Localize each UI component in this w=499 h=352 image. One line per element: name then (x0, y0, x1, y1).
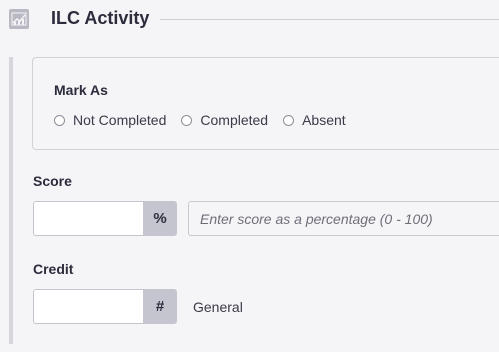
radio-not-completed[interactable]: Not Completed (54, 111, 166, 129)
section-header: ILC Activity (0, 0, 499, 40)
radio-completed[interactable]: Completed (181, 111, 268, 129)
radio-label[interactable]: Completed (200, 111, 268, 129)
score-hint: Enter score as a percentage (0 - 100) (200, 210, 433, 227)
credit-input-group: # (33, 289, 177, 324)
header-divider (160, 19, 499, 20)
percent-addon: % (143, 201, 177, 236)
score-label: Score (33, 173, 72, 189)
credit-label: Credit (33, 261, 74, 277)
score-hint-box: Enter score as a percentage (0 - 100) (188, 201, 499, 236)
credit-input[interactable] (33, 289, 143, 324)
radio-circle-icon[interactable] (181, 114, 193, 126)
radio-label[interactable]: Absent (302, 111, 346, 129)
score-input[interactable] (33, 201, 143, 236)
score-input-group: % (33, 201, 177, 236)
mark-as-panel: Mark As Not Completed Completed Absent (32, 57, 499, 150)
mark-as-radio-group: Not Completed Completed Absent (54, 110, 361, 130)
credit-type: General (193, 299, 243, 315)
section-accent-bar (9, 57, 13, 344)
radio-circle-icon[interactable] (283, 114, 295, 126)
number-addon: # (143, 289, 177, 324)
radio-absent[interactable]: Absent (283, 111, 346, 129)
radio-label[interactable]: Not Completed (73, 111, 166, 129)
page-title: ILC Activity (51, 8, 150, 28)
mark-as-title: Mark As (54, 82, 108, 98)
chart-icon (9, 9, 29, 29)
radio-circle-icon[interactable] (54, 114, 65, 126)
